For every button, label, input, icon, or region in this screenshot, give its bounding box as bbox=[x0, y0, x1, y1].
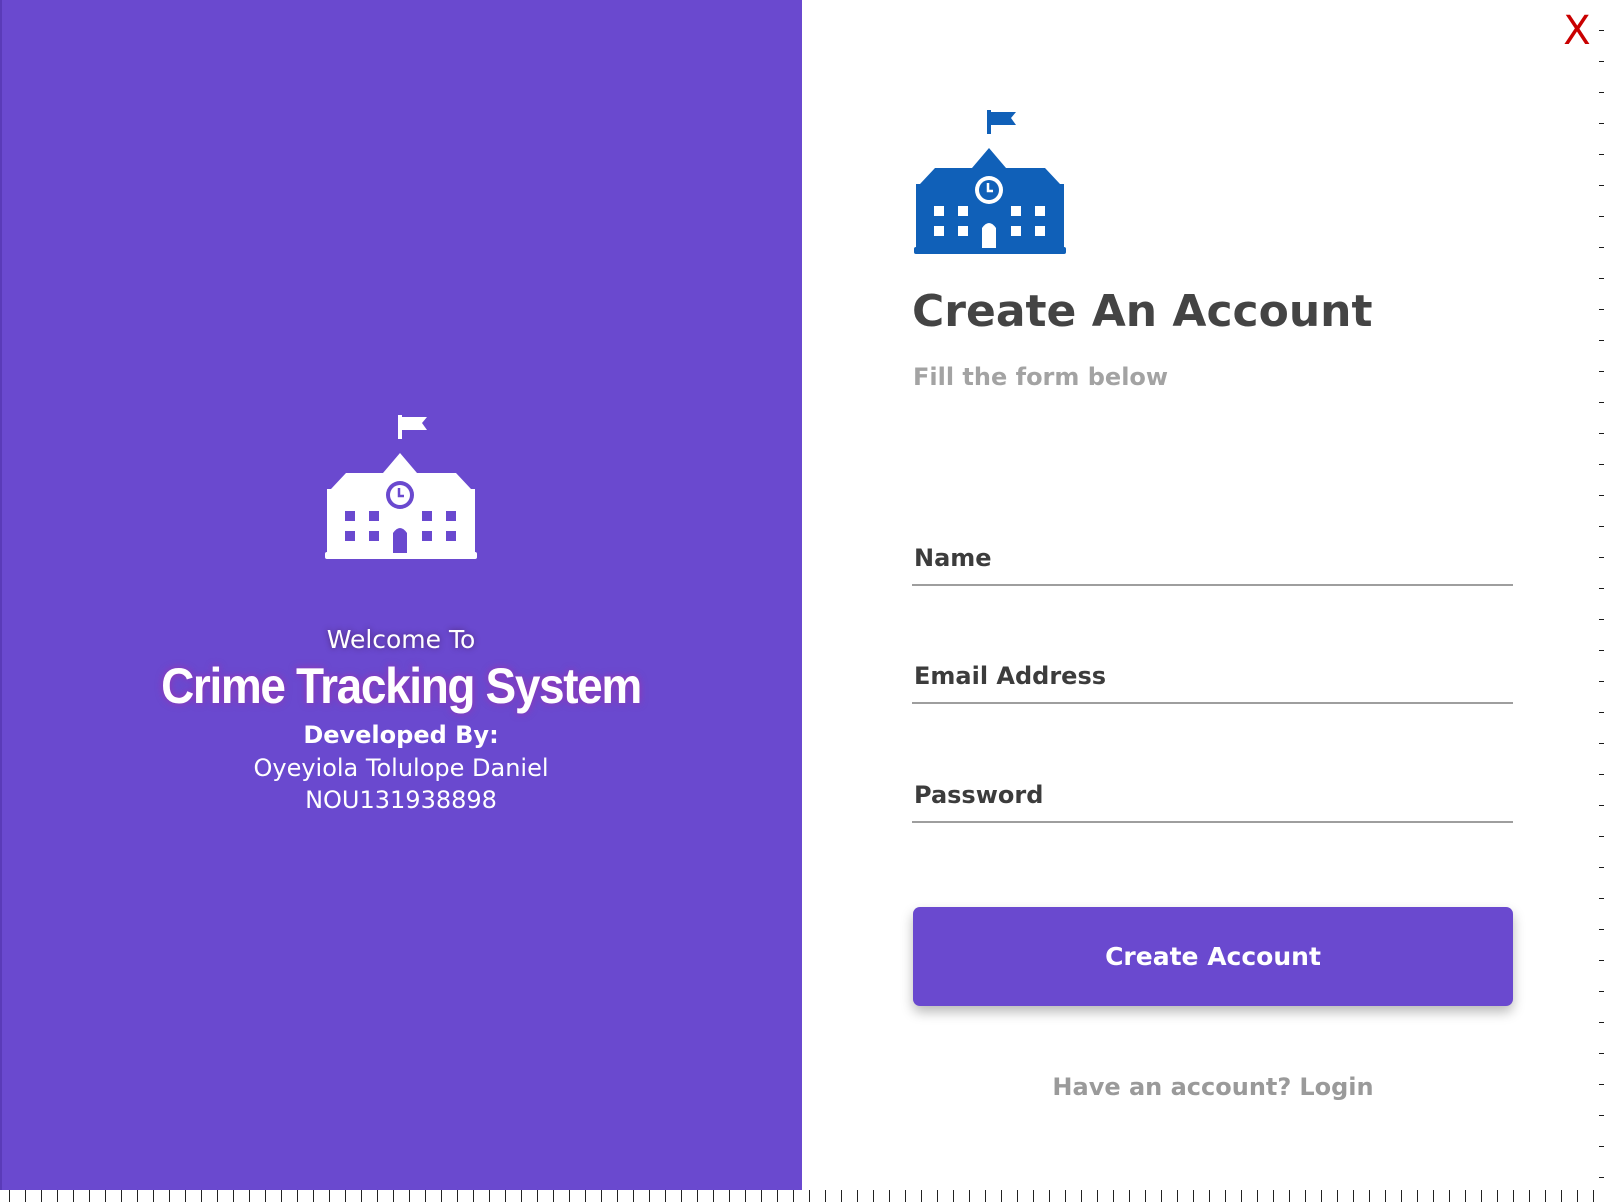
name-input[interactable] bbox=[912, 534, 1517, 582]
signup-window: Welcome To Crime Tracking System Develop… bbox=[0, 0, 1604, 1202]
email-field bbox=[912, 652, 1517, 704]
window-right-border bbox=[1599, 0, 1604, 1190]
form-subtitle: Fill the form below bbox=[913, 363, 1169, 391]
developer-name: Oyeyiola Tolulope Daniel bbox=[253, 754, 549, 782]
welcome-panel: Welcome To Crime Tracking System Develop… bbox=[0, 0, 802, 1202]
login-link[interactable]: Login bbox=[1299, 1073, 1373, 1101]
window-left-border bbox=[0, 0, 2, 1190]
login-prompt-row: Have an account? Login bbox=[913, 1070, 1513, 1104]
password-input[interactable] bbox=[912, 771, 1517, 819]
school-building-icon bbox=[914, 110, 1066, 254]
school-building-icon bbox=[325, 415, 477, 559]
email-input[interactable] bbox=[912, 652, 1517, 700]
window-bottom-border bbox=[0, 1190, 1604, 1202]
create-account-button[interactable]: Create Account bbox=[913, 907, 1513, 1006]
name-field bbox=[912, 534, 1517, 586]
developer-id: NOU131938898 bbox=[305, 786, 497, 814]
welcome-text-block: Welcome To Crime Tracking System Develop… bbox=[0, 622, 802, 816]
password-field bbox=[912, 771, 1517, 823]
close-button[interactable]: X bbox=[1560, 8, 1594, 54]
developed-by-label: Developed By: bbox=[303, 721, 499, 749]
form-title: Create An Account bbox=[912, 286, 1373, 337]
login-prompt-text: Have an account? bbox=[1052, 1073, 1292, 1101]
app-title: Crime Tracking System bbox=[161, 658, 642, 714]
welcome-label: Welcome To bbox=[326, 625, 476, 654]
